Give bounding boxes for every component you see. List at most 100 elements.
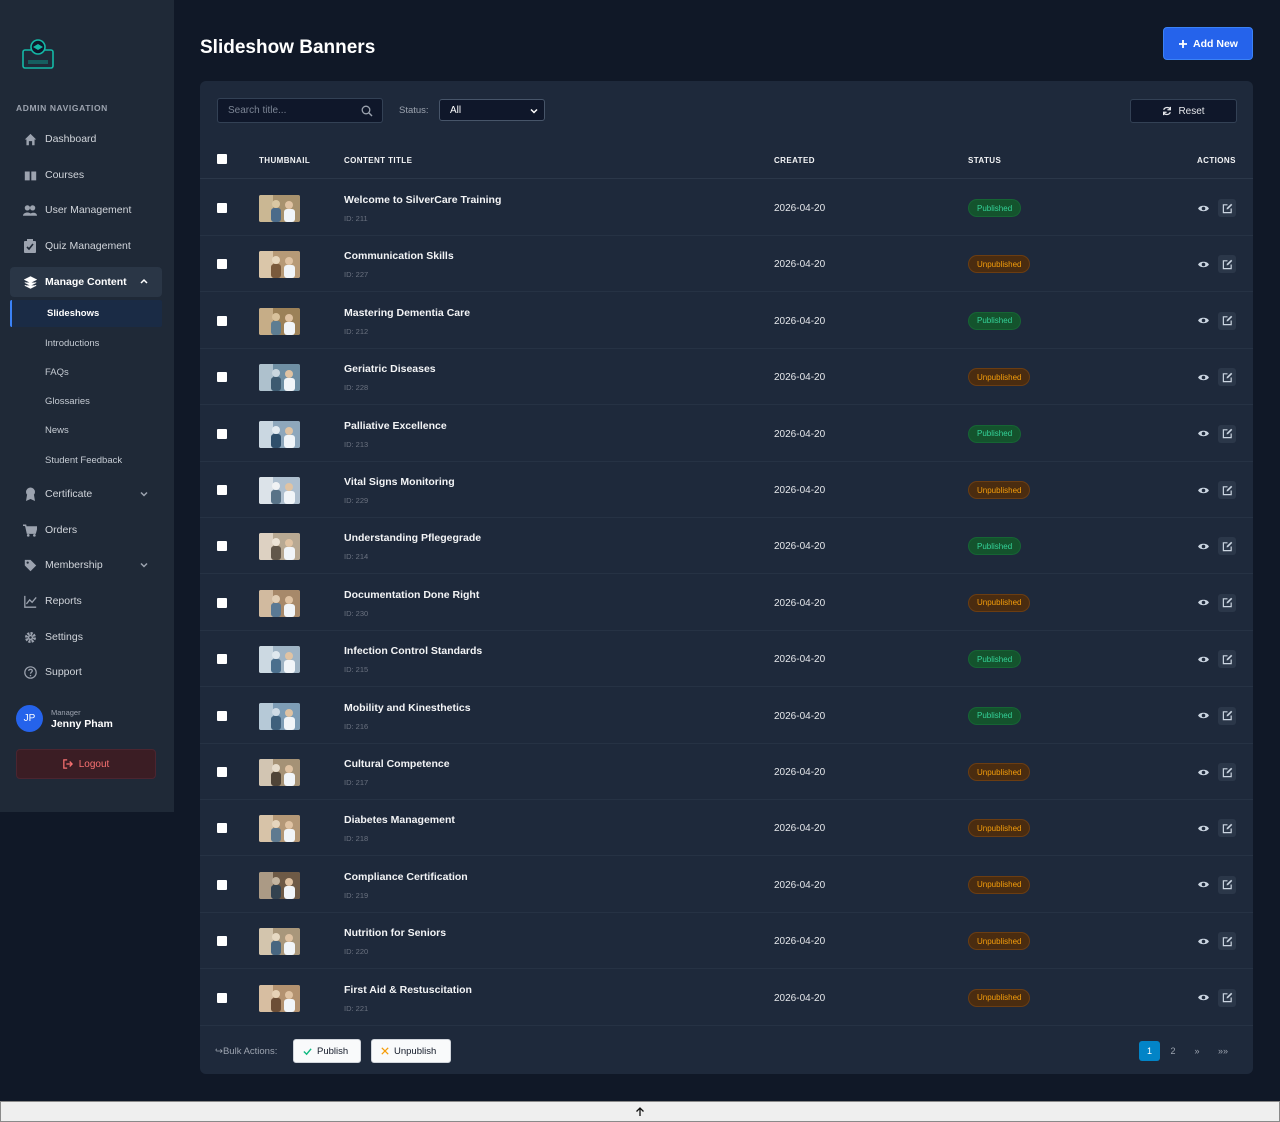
view-button[interactable] (1194, 312, 1212, 330)
row-title[interactable]: Nutrition for Seniors (344, 927, 446, 939)
reset-button[interactable]: Reset (1130, 99, 1237, 123)
sidebar-item-reports[interactable]: Reports (16, 587, 162, 615)
sidebar-item-certificate[interactable]: Certificate (16, 480, 162, 508)
sidebar-subitem-faqs[interactable]: FAQs (45, 367, 69, 378)
edit-button[interactable] (1218, 199, 1236, 217)
sidebar-item-support[interactable]: Support (16, 658, 162, 686)
row-title[interactable]: Infection Control Standards (344, 645, 482, 657)
row-title[interactable]: Diabetes Management (344, 814, 455, 826)
row-checkbox[interactable] (217, 428, 227, 439)
row-title[interactable]: Communication Skills (344, 250, 454, 262)
edit-button[interactable] (1218, 875, 1236, 894)
view-button[interactable] (1194, 255, 1212, 273)
row-checkbox[interactable] (217, 879, 227, 890)
edit-button[interactable] (1218, 763, 1236, 781)
row-title[interactable]: Understanding Pflegegrade (344, 532, 481, 544)
row-title[interactable]: Welcome to SilverCare Training (344, 194, 501, 206)
edit-button[interactable] (1218, 593, 1236, 612)
view-button[interactable] (1194, 537, 1212, 555)
view-button[interactable] (1194, 368, 1212, 386)
arrow-up-icon[interactable] (635, 1106, 645, 1117)
row-checkbox[interactable] (217, 992, 227, 1003)
select-all-checkbox[interactable] (217, 154, 227, 164)
sidebar-subitem-slideshows[interactable]: Slideshows (10, 300, 162, 327)
view-button[interactable] (1194, 425, 1212, 443)
search-input[interactable] (218, 99, 382, 122)
view-button[interactable] (1194, 199, 1212, 217)
row-title[interactable]: Compliance Certification (344, 871, 468, 883)
row-title[interactable]: Palliative Excellence (344, 420, 447, 432)
sidebar-item-membership[interactable]: Membership (16, 551, 162, 579)
publish-button[interactable]: Publish (293, 1039, 361, 1063)
row-checkbox[interactable] (217, 597, 227, 608)
sidebar-subitem-introductions[interactable]: Introductions (45, 338, 99, 349)
row-checkbox[interactable] (217, 767, 227, 777)
sidebar-item-quiz-management[interactable]: Quiz Management (16, 232, 162, 260)
edit-button[interactable] (1218, 650, 1236, 669)
edit-button[interactable] (1218, 932, 1236, 951)
edit-button[interactable] (1218, 255, 1236, 274)
row-checkbox[interactable] (217, 315, 227, 326)
add-new-button[interactable]: Add New (1163, 27, 1253, 60)
edit-button[interactable] (1218, 819, 1236, 838)
search-icon[interactable] (361, 105, 373, 117)
sidebar-item-orders[interactable]: Orders (16, 516, 162, 544)
edit-button[interactable] (1218, 368, 1236, 387)
sidebar-subitem-glossaries[interactable]: Glossaries (45, 396, 90, 407)
row-title[interactable]: Vital Signs Monitoring (344, 476, 455, 488)
edit-button[interactable] (1218, 988, 1236, 1007)
sidebar-item-user-management[interactable]: User Management (16, 196, 162, 224)
nav-heading: ADMIN NAVIGATION (16, 103, 108, 113)
status-badge: Published (968, 424, 1022, 443)
row-title[interactable]: First Aid & Restuscitation (344, 984, 472, 996)
view-button[interactable] (1194, 594, 1212, 612)
view-button[interactable] (1194, 650, 1212, 668)
logo-icon[interactable] (20, 36, 56, 72)
sidebar-subitem-student-feedback[interactable]: Student Feedback (45, 455, 122, 466)
row-title[interactable]: Mastering Dementia Care (344, 307, 470, 319)
last-page-button[interactable]: »» (1215, 1041, 1231, 1061)
edit-button[interactable] (1218, 424, 1236, 443)
page-2-button[interactable]: 2 (1166, 1041, 1180, 1061)
sidebar-item-courses[interactable]: Courses (16, 161, 162, 189)
view-button[interactable] (1194, 989, 1212, 1007)
row-checkbox[interactable] (217, 259, 227, 270)
unpublish-button[interactable]: Unpublish (371, 1039, 451, 1063)
sidebar-item-dashboard[interactable]: Dashboard (16, 125, 162, 153)
status-badge: Unpublished (968, 875, 1031, 894)
sidebar-item-settings[interactable]: Settings (16, 623, 162, 651)
page-1-button[interactable]: 1 (1139, 1041, 1160, 1061)
edit-button[interactable] (1218, 706, 1236, 725)
scroll-bar[interactable] (0, 1101, 1280, 1122)
row-checkbox[interactable] (217, 936, 227, 947)
row-checkbox[interactable] (217, 654, 227, 665)
view-button[interactable] (1194, 481, 1212, 499)
sidebar-item-manage-content[interactable]: Manage Content (10, 267, 162, 297)
row-checkbox[interactable] (217, 823, 227, 834)
status-select[interactable]: All (439, 99, 545, 121)
view-button[interactable] (1194, 707, 1212, 725)
status-badge: Unpublished (968, 255, 1031, 274)
next-page-button[interactable]: » (1190, 1041, 1204, 1061)
view-button[interactable] (1194, 763, 1212, 781)
logout-button[interactable]: Logout (16, 749, 156, 779)
row-checkbox[interactable] (217, 372, 227, 383)
row-title[interactable]: Cultural Competence (344, 758, 450, 770)
edit-button[interactable] (1218, 481, 1236, 499)
view-button[interactable] (1194, 819, 1212, 837)
view-button[interactable] (1194, 876, 1212, 894)
edit-icon (1222, 598, 1232, 608)
row-checkbox[interactable] (217, 541, 227, 552)
row-checkbox[interactable] (217, 485, 227, 495)
row-checkbox[interactable] (217, 203, 227, 213)
view-button[interactable] (1194, 932, 1212, 950)
sidebar-subitem-news[interactable]: News (45, 425, 69, 436)
row-id: ID: 229 (344, 496, 369, 505)
edit-button[interactable] (1218, 311, 1236, 330)
row-checkbox[interactable] (217, 710, 227, 721)
row-title[interactable]: Documentation Done Right (344, 589, 479, 601)
row-title[interactable]: Geriatric Diseases (344, 363, 436, 375)
row-title[interactable]: Mobility and Kinesthetics (344, 702, 471, 714)
edit-button[interactable] (1218, 537, 1236, 556)
user-profile[interactable]: JP Manager Jenny Pham (16, 705, 113, 732)
